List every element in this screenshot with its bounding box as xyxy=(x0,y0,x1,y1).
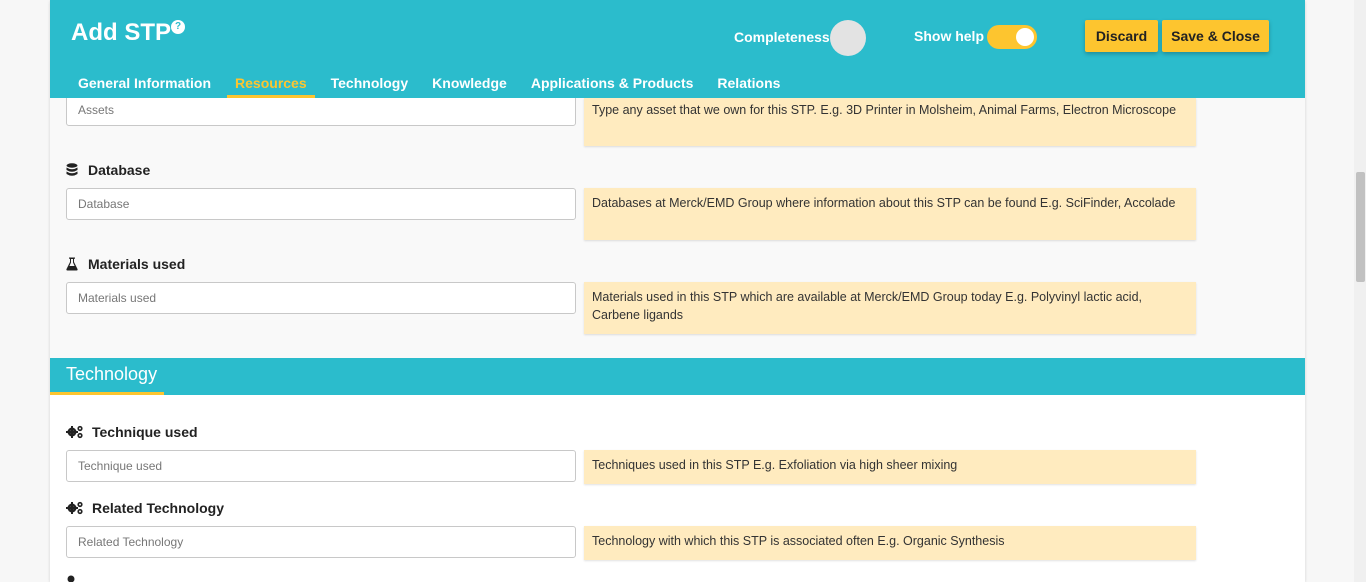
related-technology-input[interactable]: Related Technology xyxy=(66,526,576,558)
add-stp-card: Assets Type any asset that we own for th… xyxy=(50,0,1305,582)
technique-input[interactable]: Technique used xyxy=(66,450,576,482)
tab-knowledge[interactable]: Knowledge xyxy=(424,75,515,98)
help-icon[interactable]: ? xyxy=(171,20,185,34)
materials-label-text: Materials used xyxy=(88,256,186,272)
database-input[interactable]: Database xyxy=(66,188,576,220)
tab-applications-products[interactable]: Applications & Products xyxy=(523,75,702,98)
assets-hint: Type any asset that we own for this STP.… xyxy=(584,98,1196,146)
database-icon xyxy=(66,163,82,177)
completeness-indicator xyxy=(830,20,866,56)
related-technology-label-text: Related Technology xyxy=(92,500,224,516)
technique-label-text: Technique used xyxy=(92,424,198,440)
database-label-text: Database xyxy=(88,162,151,178)
gears-icon xyxy=(66,425,86,439)
database-hint: Databases at Merck/EMD Group where infor… xyxy=(584,188,1196,240)
show-help-toggle[interactable] xyxy=(987,25,1037,49)
materials-input[interactable]: Materials used xyxy=(66,282,576,314)
tab-resources[interactable]: Resources xyxy=(227,75,315,98)
scrollbar-thumb[interactable] xyxy=(1356,172,1365,282)
page-header: Add STP ? Completeness Show help Discard… xyxy=(50,0,1305,98)
tab-technology[interactable]: Technology xyxy=(323,75,417,98)
show-help-label: Show help xyxy=(914,28,984,44)
discard-button[interactable]: Discard xyxy=(1085,20,1158,52)
save-close-button[interactable]: Save & Close xyxy=(1162,20,1269,52)
tab-general-information[interactable]: General Information xyxy=(70,75,219,98)
section-tabs: General Information Resources Technology… xyxy=(70,75,796,98)
keyword-label-partial xyxy=(66,575,88,582)
technology-section-title: Technology xyxy=(66,364,158,384)
materials-label: Materials used xyxy=(66,256,185,272)
assets-input[interactable]: Assets xyxy=(66,94,576,126)
key-icon xyxy=(66,575,82,582)
tab-relations[interactable]: Relations xyxy=(709,75,788,98)
page-title: Add STP xyxy=(71,19,171,46)
completeness-label: Completeness xyxy=(734,29,830,45)
flask-icon xyxy=(66,257,82,271)
related-technology-hint: Technology with which this STP is associ… xyxy=(584,526,1196,560)
related-technology-label: Related Technology xyxy=(66,500,224,516)
scrollbar-track[interactable] xyxy=(1354,0,1366,582)
gears-icon xyxy=(66,501,86,515)
technique-hint: Techniques used in this STP E.g. Exfolia… xyxy=(584,450,1196,484)
materials-hint: Materials used in this STP which are ava… xyxy=(584,282,1196,334)
technique-label: Technique used xyxy=(66,424,198,440)
database-label: Database xyxy=(66,162,150,178)
toggle-knob xyxy=(1016,28,1034,46)
technology-section-header: Technology xyxy=(50,358,1305,395)
